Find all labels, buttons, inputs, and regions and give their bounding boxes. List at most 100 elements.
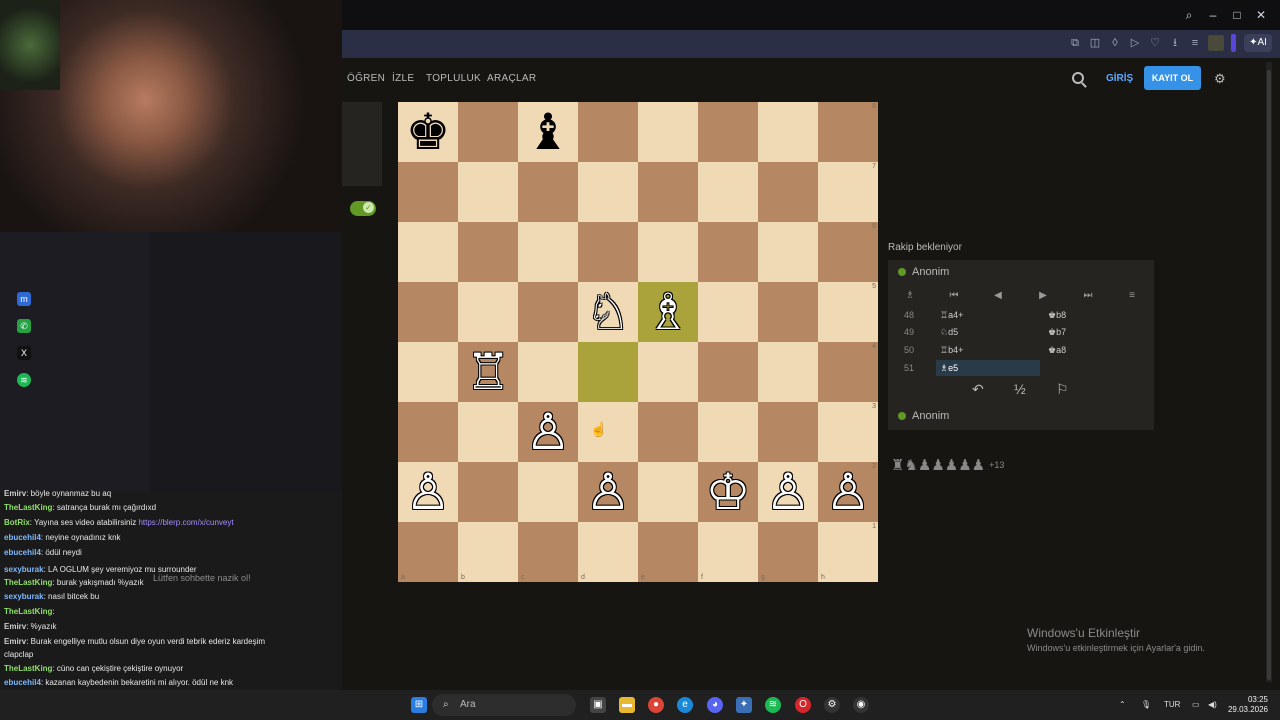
chat-username[interactable]: ebucehil4 (4, 548, 41, 557)
piece-c3[interactable]: ♙ (518, 402, 578, 462)
square-a2[interactable]: ♙ (398, 462, 458, 522)
white-move[interactable]: ♖a4+ (940, 310, 963, 321)
white-move[interactable]: ♘d5 (940, 327, 958, 338)
square-e8[interactable] (638, 102, 698, 162)
square-d1[interactable]: d (578, 522, 638, 582)
nav-learn[interactable]: ÖĞREN (347, 73, 385, 84)
white-move[interactable]: ♗e5 (940, 363, 958, 374)
chess-board[interactable]: ♚ ♝ 8 7 6 ♘ ♗ 5 ♖ 4 ♙ 3 ♙ ♙ ♔ ♙ ♙ 2 a b c d e f g 1 h (398, 102, 878, 582)
square-b7[interactable] (458, 162, 518, 222)
piece-f2[interactable]: ♔ (698, 462, 758, 522)
square-c8[interactable]: ♝ (518, 102, 578, 162)
square-h2[interactable]: ♙ 2 (818, 462, 878, 522)
maximize-icon[interactable]: □ (1230, 8, 1244, 22)
square-e1[interactable]: e (638, 522, 698, 582)
square-h3[interactable]: 3 (818, 402, 878, 462)
gear-icon[interactable]: ⚙ (1214, 71, 1226, 87)
takeback-icon[interactable]: ↶ (972, 381, 984, 398)
nav-watch[interactable]: İZLE (392, 73, 414, 84)
menu-icon[interactable]: ≡ (1188, 36, 1202, 50)
moves-menu-icon[interactable]: ≡ (1122, 290, 1142, 301)
square-c3[interactable]: ♙ (518, 402, 578, 462)
square-d2[interactable]: ♙ (578, 462, 638, 522)
square-b6[interactable] (458, 222, 518, 282)
square-f1[interactable]: f (698, 522, 758, 582)
square-a1[interactable]: a (398, 522, 458, 582)
steam-icon[interactable]: ⚙ (824, 697, 840, 713)
chat-username[interactable]: Emirv (4, 622, 26, 631)
nav-community[interactable]: TOPLULUK (426, 73, 481, 84)
discord-icon[interactable]: ◕ (707, 697, 723, 713)
chat-username[interactable]: TheLastKing (4, 664, 52, 673)
square-b5[interactable] (458, 282, 518, 342)
download-icon[interactable]: ⭳ (1168, 36, 1182, 50)
square-e6[interactable] (638, 222, 698, 282)
nav-tools[interactable]: ARAÇLAR (487, 73, 536, 84)
piece-d2[interactable]: ♙ (578, 462, 638, 522)
site-search-icon[interactable] (1072, 72, 1084, 84)
square-e7[interactable] (638, 162, 698, 222)
start-icon[interactable]: ⊞ (411, 697, 427, 713)
chat-link[interactable]: https://blerp.com/x/cunveyt (138, 518, 233, 527)
extension-thumbnail[interactable] (1208, 35, 1224, 51)
square-h5[interactable]: 5 (818, 282, 878, 342)
square-f8[interactable] (698, 102, 758, 162)
square-a8[interactable]: ♚ (398, 102, 458, 162)
offer-draw-button[interactable]: ½ (1014, 381, 1026, 397)
chat-username[interactable]: sexyburak (4, 565, 44, 574)
square-a5[interactable] (398, 282, 458, 342)
square-a7[interactable] (398, 162, 458, 222)
square-c6[interactable] (518, 222, 578, 282)
square-g6[interactable] (758, 222, 818, 282)
square-h4[interactable]: 4 (818, 342, 878, 402)
piece-a8[interactable]: ♚ (398, 102, 458, 162)
taskbar-clock[interactable]: 03:25 29.03.2026 (1226, 695, 1268, 715)
app-icon[interactable]: ✦ (736, 697, 752, 713)
chat-input[interactable]: Lütfen sohbette nazik ol! (153, 573, 251, 583)
chrome-icon[interactable]: ● (648, 697, 664, 713)
square-f3[interactable] (698, 402, 758, 462)
square-e2[interactable] (638, 462, 698, 522)
square-c2[interactable] (518, 462, 578, 522)
resign-flag-icon[interactable]: ⚐ (1056, 381, 1069, 398)
square-c7[interactable] (518, 162, 578, 222)
heart-icon[interactable]: ♡ (1148, 36, 1162, 50)
last-move-icon[interactable]: ⏭ (1078, 290, 1098, 301)
messenger-icon[interactable]: m (17, 292, 31, 306)
network-icon[interactable]: ▭ (1192, 700, 1200, 709)
square-f2[interactable]: ♔ (698, 462, 758, 522)
chat-toggle[interactable] (350, 201, 376, 216)
camera-icon[interactable]: ◫ (1088, 36, 1102, 50)
square-a3[interactable] (398, 402, 458, 462)
chat-username[interactable]: TheLastKing (4, 578, 52, 587)
square-d7[interactable] (578, 162, 638, 222)
black-move[interactable]: ♚b7 (1048, 327, 1066, 338)
whatsapp-icon[interactable]: ✆ (17, 319, 31, 333)
square-a6[interactable] (398, 222, 458, 282)
piece-c8[interactable]: ♝ (518, 102, 578, 162)
flip-board-icon[interactable]: ♗ (900, 290, 920, 301)
ai-button[interactable]: ✦AI (1244, 34, 1272, 52)
square-d6[interactable] (578, 222, 638, 282)
next-move-icon[interactable]: ▶ (1033, 290, 1053, 301)
chat-username[interactable]: BotRix (4, 518, 30, 527)
chat-username[interactable]: ebucehil4 (4, 678, 41, 687)
signup-button[interactable]: KAYIT OL (1144, 66, 1201, 90)
square-c4[interactable] (518, 342, 578, 402)
taskbar-search[interactable] (432, 694, 576, 716)
minimize-icon[interactable]: – (1206, 8, 1220, 22)
piece-g2[interactable]: ♙ (758, 462, 818, 522)
chat-username[interactable]: TheLastKing (4, 607, 52, 616)
language-indicator[interactable]: TUR (1164, 700, 1180, 709)
square-g4[interactable] (758, 342, 818, 402)
login-link[interactable]: GİRİŞ (1106, 73, 1133, 84)
square-h7[interactable]: 7 (818, 162, 878, 222)
square-f4[interactable] (698, 342, 758, 402)
square-e3[interactable] (638, 402, 698, 462)
scrollbar-thumb[interactable] (1267, 70, 1271, 680)
obs-icon[interactable]: ◉ (853, 697, 869, 713)
square-d8[interactable] (578, 102, 638, 162)
chat-username[interactable]: sexyburak (4, 592, 44, 601)
square-b4[interactable]: ♖ (458, 342, 518, 402)
square-g1[interactable]: g (758, 522, 818, 582)
